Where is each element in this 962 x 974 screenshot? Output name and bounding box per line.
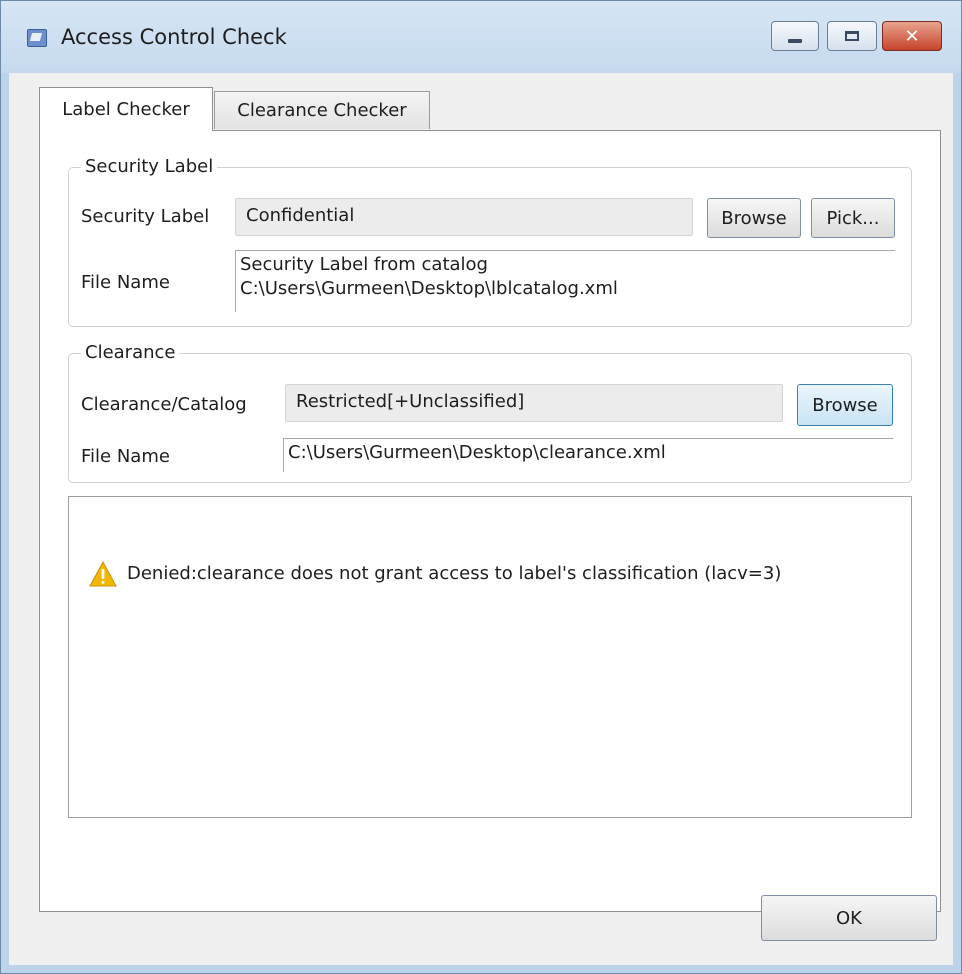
security-label-legend: Security Label: [81, 156, 218, 177]
maximize-button[interactable]: [827, 21, 877, 51]
security-label-browse-button[interactable]: Browse: [707, 198, 801, 238]
window-title: Access Control Check: [61, 25, 287, 49]
security-label-file-caption: File Name: [81, 272, 170, 293]
clearance-caption: Clearance/Catalog: [81, 394, 247, 415]
maximize-icon: [845, 31, 859, 41]
clearance-browse-button[interactable]: Browse: [797, 384, 893, 426]
dialog-client-area: Label Checker Clearance Checker Security…: [9, 73, 953, 965]
tab-label-checker[interactable]: Label Checker: [39, 87, 213, 131]
clearance-file-field[interactable]: C:\Users\Gurmeen\Desktop\clearance.xml: [283, 438, 893, 472]
security-label-caption: Security Label: [81, 206, 210, 227]
security-label-file-field[interactable]: Security Label from catalog C:\Users\Gur…: [235, 250, 895, 312]
security-label-file-line2: C:\Users\Gurmeen\Desktop\lblcatalog.xml: [240, 278, 618, 299]
clearance-file-caption: File Name: [81, 446, 170, 467]
dialog-window: Access Control Check ✕ Label Checker Cle…: [0, 0, 962, 974]
app-icon: [27, 29, 47, 47]
tab-clearance-checker[interactable]: Clearance Checker: [214, 91, 430, 129]
title-bar[interactable]: Access Control Check ✕: [1, 1, 961, 73]
security-label-file-line1: Security Label from catalog: [240, 254, 488, 275]
security-label-group: Security Label Security Label Confidenti…: [68, 156, 912, 327]
security-label-field[interactable]: Confidential: [235, 198, 693, 236]
security-label-pick-button[interactable]: Pick...: [811, 198, 895, 238]
clearance-legend: Clearance: [81, 342, 180, 363]
result-area: Denied:clearance does not grant access t…: [68, 496, 912, 818]
clearance-field[interactable]: Restricted[+Unclassified]: [285, 384, 783, 422]
label-checker-panel: Security Label Security Label Confidenti…: [39, 130, 941, 912]
result-message: Denied:clearance does not grant access t…: [127, 563, 782, 584]
warning-icon: [89, 561, 117, 587]
minimize-button[interactable]: [771, 21, 819, 51]
close-icon: ✕: [904, 25, 920, 47]
close-button[interactable]: ✕: [882, 21, 942, 51]
ok-button[interactable]: OK: [761, 895, 937, 941]
clearance-group: Clearance Clearance/Catalog Restricted[+…: [68, 342, 912, 483]
minimize-icon: [788, 39, 802, 43]
